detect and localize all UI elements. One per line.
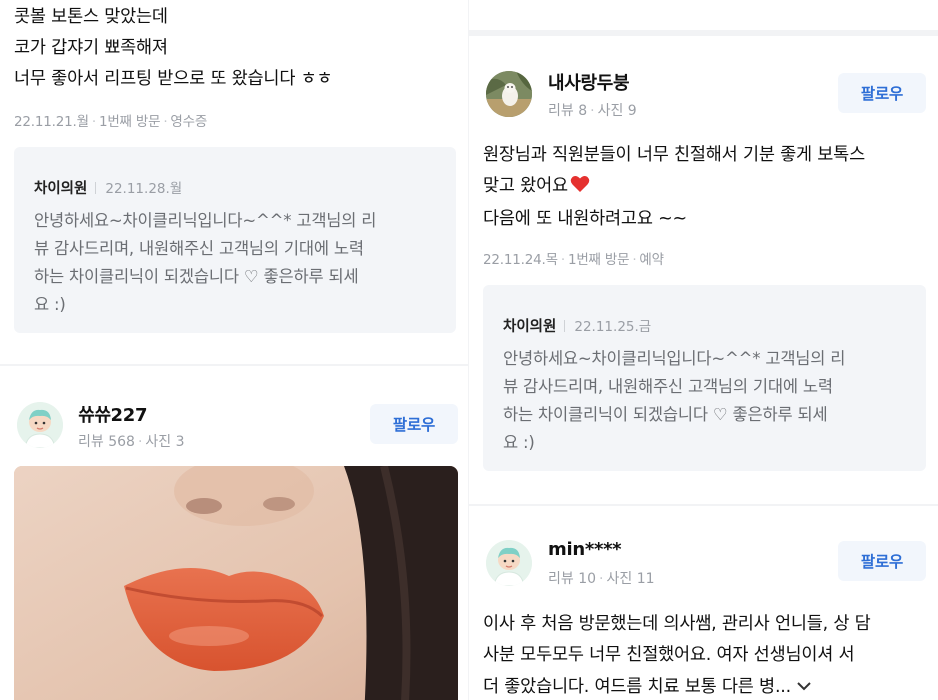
reply-line: 하는 차이클리닉이 되겠습니다 ♡ 좋은하루 되세 bbox=[34, 267, 359, 286]
left-column: 콧볼 보톤스 맞았는데 코가 갑쟈기 뾰족해져 너무 좋아서 리프팅 받으로 또… bbox=[0, 0, 468, 700]
review-line: 코가 갑쟈기 뾰족해져 bbox=[14, 38, 168, 58]
reply-author: 차이의원 bbox=[34, 181, 88, 197]
reply-date: 22.11.25.금 bbox=[574, 319, 652, 335]
review-line: 맞고 왔어요 bbox=[483, 176, 568, 196]
reviewer-stats: 리뷰 568 · 사진 3 bbox=[78, 434, 185, 450]
review-text: 콧볼 보톤스 맞았는데 코가 갑쟈기 뾰족해져 너무 좋아서 리프팅 받으로 또… bbox=[14, 2, 333, 95]
review-line: 다음에 또 내원하려고요 ~~ bbox=[483, 209, 688, 229]
follow-button[interactable]: 팔로우 bbox=[838, 73, 926, 113]
owner-reply: 차이의원 22.11.28.월 안녕하세요~차이클리닉입니다~^^* 고객님의 리… bbox=[14, 147, 456, 333]
reply-line: 안녕하세요~차이클리닉입니다~^^* 고객님의 리 bbox=[34, 211, 377, 230]
review-count: 리뷰 8 bbox=[548, 103, 588, 119]
review-meta: 22.11.24.목 · 1번째 방문 · 예약 bbox=[483, 252, 664, 268]
reviewer-name[interactable]: 내사랑두붕 bbox=[548, 69, 630, 95]
divider bbox=[469, 30, 938, 36]
divider bbox=[469, 504, 938, 506]
reply-line: 뷰 감사드리며, 내원해주신 고객님의 기대에 노력 bbox=[34, 239, 364, 258]
heart-icon bbox=[570, 173, 590, 204]
photo-count: 사진 9 bbox=[597, 103, 637, 119]
chevron-down-icon[interactable] bbox=[797, 671, 811, 700]
reviewer-name[interactable]: 쓔쓔227 bbox=[78, 401, 148, 427]
reviewer-name[interactable]: min**** bbox=[548, 539, 622, 560]
review-text: 원장님과 직원분들이 너무 친절해서 기분 좋게 보톡스 맞고 왔어요 다음에 … bbox=[483, 140, 865, 235]
review-line: 너무 좋아서 리프팅 받으로 또 왔습니다 ㅎㅎ bbox=[14, 69, 333, 89]
owner-reply: 차이의원 22.11.25.금 안녕하세요~차이클리닉입니다~^^* 고객님의 리… bbox=[483, 285, 926, 471]
review-line: 사분 모두모두 너무 친절했어요. 여자 선생님이셔 서 bbox=[483, 645, 855, 665]
follow-button[interactable]: 팔로우 bbox=[838, 541, 926, 581]
reply-line: 안녕하세요~차이클리닉입니다~^^* 고객님의 리 bbox=[503, 349, 846, 368]
reply-date: 22.11.28.월 bbox=[105, 181, 183, 197]
dog-photo-avatar[interactable] bbox=[486, 71, 532, 117]
review-count: 리뷰 568 bbox=[78, 434, 135, 450]
review-text: 이사 후 처음 방문했는데 의사쌤, 관리사 언니들, 상 담 사분 모두모두 … bbox=[483, 609, 871, 700]
reply-line: 뷰 감사드리며, 내원해주신 고객님의 기대에 노력 bbox=[503, 377, 833, 396]
photo-count: 사진 3 bbox=[145, 434, 185, 450]
reply-text: 안녕하세요~차이클리닉입니다~^^* 고객님의 리 뷰 감사드리며, 내원해주신… bbox=[503, 345, 906, 457]
review-photo[interactable] bbox=[14, 466, 458, 700]
visit-count: 1번째 방문 bbox=[98, 114, 161, 130]
reply-line: 하는 차이클리닉이 되겠습니다 ♡ 좋은하루 되세 bbox=[503, 405, 828, 424]
review-count: 리뷰 10 bbox=[548, 571, 597, 587]
reviewer-stats: 리뷰 8 · 사진 9 bbox=[548, 103, 637, 119]
reply-header: 차이의원 22.11.28.월 bbox=[34, 177, 436, 198]
review-line-with-heart: 맞고 왔어요 bbox=[483, 171, 865, 204]
reply-line: 요 :) bbox=[34, 295, 66, 314]
review-line: 더 좋았습니다. 여드름 치료 보통 다른 병... bbox=[483, 677, 792, 697]
review-date: 22.11.24.목 bbox=[483, 252, 558, 268]
review-line: 원장님과 직원분들이 너무 친절해서 기분 좋게 보톡스 bbox=[483, 145, 865, 165]
right-column: 내사랑두붕 리뷰 8 · 사진 9 팔로우 원장님과 직원분들이 너무 친절해서 기… bbox=[469, 0, 938, 700]
review-date: 22.11.21.월 bbox=[14, 114, 89, 130]
reply-text: 안녕하세요~차이클리닉입니다~^^* 고객님의 리 뷰 감사드리며, 내원해주신… bbox=[34, 207, 436, 319]
booking-tag: 예약 bbox=[639, 252, 664, 268]
review-line-more[interactable]: 더 좋았습니다. 여드름 치료 보통 다른 병... bbox=[483, 671, 871, 700]
review-feed: 콧볼 보톤스 맞았는데 코가 갑쟈기 뾰족해져 너무 좋아서 리프팅 받으로 또… bbox=[0, 0, 938, 700]
review-line: 콧볼 보톤스 맞았는데 bbox=[14, 7, 168, 27]
follow-button[interactable]: 팔로우 bbox=[370, 404, 458, 444]
reviewer-stats: 리뷰 10 · 사진 11 bbox=[548, 571, 655, 587]
default-avatar-icon[interactable] bbox=[486, 540, 532, 586]
divider bbox=[0, 364, 468, 366]
review-meta: 22.11.21.월 · 1번째 방문 · 영수증 bbox=[14, 114, 208, 130]
visit-count: 1번째 방문 bbox=[567, 252, 630, 268]
reply-line: 요 :) bbox=[503, 433, 535, 452]
reply-header: 차이의원 22.11.25.금 bbox=[503, 315, 906, 336]
reply-author: 차이의원 bbox=[503, 319, 557, 335]
review-line: 이사 후 처음 방문했는데 의사쌤, 관리사 언니들, 상 담 bbox=[483, 614, 871, 634]
receipt-tag: 영수증 bbox=[170, 114, 208, 130]
default-avatar-icon[interactable] bbox=[17, 402, 63, 448]
photo-count: 사진 11 bbox=[606, 571, 655, 587]
